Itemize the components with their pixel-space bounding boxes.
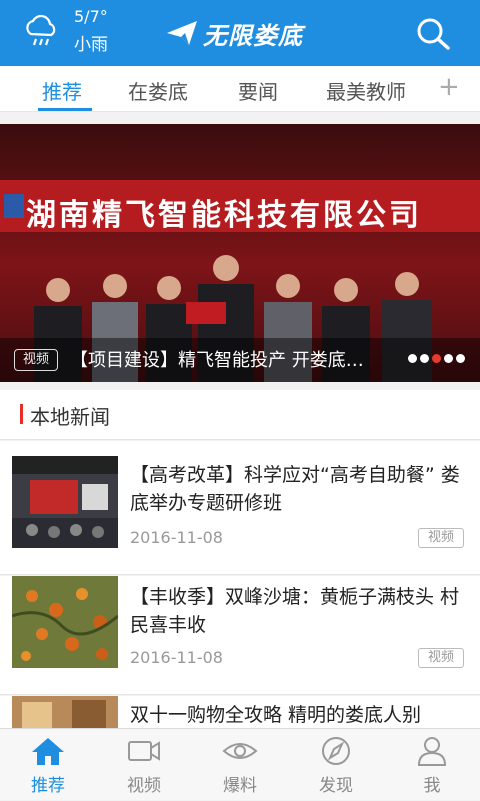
category-tabs: 推荐 在娄底 要闻 最美教师 +	[0, 66, 480, 112]
news-thumbnail	[12, 456, 118, 548]
news-date: 2016-11-08	[130, 648, 223, 667]
app-logo: 无限娄底	[165, 16, 303, 50]
news-video-tag: 视频	[418, 648, 464, 668]
tab-best-teachers[interactable]: 最美教师	[326, 76, 406, 105]
nav-recommend[interactable]: 推荐	[0, 729, 96, 801]
search-icon[interactable]	[412, 14, 456, 54]
news-thumbnail	[12, 696, 118, 728]
news-date: 2016-11-08	[130, 528, 223, 547]
nav-label: 推荐	[31, 776, 65, 796]
nav-tips[interactable]: 爆料	[192, 729, 288, 801]
news-title[interactable]: 【丰收季】双峰沙塘：黄栀子满枝头 村民喜丰收	[130, 583, 468, 639]
tab-recommend[interactable]: 推荐	[42, 76, 82, 105]
tab-headlines[interactable]: 要闻	[238, 76, 278, 105]
news-video-tag: 视频	[418, 528, 464, 548]
section-title: 本地新闻	[30, 405, 110, 429]
nav-me[interactable]: 我	[384, 729, 480, 801]
news-item[interactable]: 【高考改革】科学应对“高考自助餐” 娄底举办专题研修班 2016-11-08 视…	[0, 441, 480, 575]
nav-label: 发现	[319, 776, 353, 796]
news-title[interactable]: 【高考改革】科学应对“高考自助餐” 娄底举办专题研修班	[130, 461, 468, 517]
news-title[interactable]: 双十一购物全攻略 精明的娄底人别	[130, 701, 468, 729]
home-icon	[32, 738, 64, 765]
nav-label: 我	[423, 776, 441, 796]
compass-icon	[322, 737, 350, 765]
carousel-dot[interactable]	[420, 354, 429, 363]
video-badge: 视频	[14, 349, 58, 371]
weather-description[interactable]: 小雨	[74, 30, 108, 55]
carousel-dot[interactable]	[408, 354, 417, 363]
carousel-dot[interactable]	[444, 354, 453, 363]
bottom-navigation: 推荐 视频 爆料 发现 我	[0, 728, 480, 800]
section-header: 本地新闻	[0, 390, 480, 440]
user-icon	[417, 737, 447, 766]
tab-in-loudi[interactable]: 在娄底	[128, 76, 188, 105]
carousel-indicator	[408, 354, 468, 363]
news-thumbnail	[12, 576, 118, 668]
video-camera-icon	[128, 741, 160, 761]
nav-discover[interactable]: 发现	[288, 729, 384, 801]
eye-icon	[222, 743, 258, 759]
carousel-dot-active[interactable]	[432, 354, 441, 363]
add-tab-button[interactable]: +	[438, 72, 460, 102]
weather-temperature[interactable]: 5/7°	[74, 7, 108, 26]
nav-label: 视频	[127, 776, 161, 796]
active-tab-indicator	[38, 108, 92, 111]
nav-video[interactable]: 视频	[96, 729, 192, 801]
banner-sign-text: 湖南精飞智能科技有限公司	[26, 198, 422, 233]
news-item[interactable]: 【丰收季】双峰沙塘：黄栀子满枝头 村民喜丰收 2016-11-08 视频	[0, 576, 480, 695]
carousel-dot[interactable]	[456, 354, 465, 363]
nav-label: 爆料	[223, 776, 257, 796]
section-accent-bar	[20, 404, 23, 424]
rain-cloud-icon[interactable]	[22, 12, 60, 50]
logo-plane-icon	[167, 21, 197, 45]
top-bar: 5/7° 小雨 无限娄底	[0, 0, 480, 66]
banner-title[interactable]: 【项目建设】精飞智能投产 开娄底…	[70, 346, 400, 372]
logo-text: 无限娄底	[203, 21, 303, 50]
